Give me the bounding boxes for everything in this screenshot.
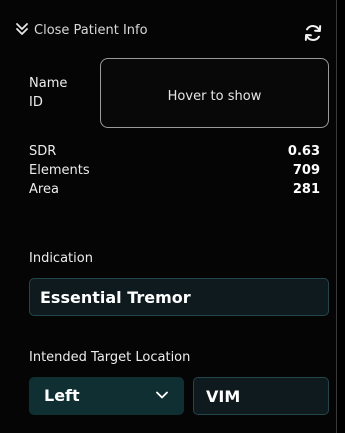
double-chevron-down-icon[interactable] <box>14 21 30 37</box>
area-value: 281 <box>292 182 320 197</box>
chevron-down-icon <box>156 391 168 399</box>
area-label: Area <box>29 182 59 197</box>
elements-label: Elements <box>29 163 90 178</box>
refresh-icon[interactable] <box>302 22 324 44</box>
target-nucleus-field[interactable]: VIM <box>193 377 329 415</box>
sdr-label: SDR <box>29 144 57 159</box>
indication-field[interactable]: Essential Tremor <box>29 278 329 316</box>
hover-to-show-text: Hover to show <box>167 89 262 104</box>
name-label: Name <box>29 76 68 91</box>
target-nucleus-value: VIM <box>206 387 241 406</box>
id-label: ID <box>29 95 43 110</box>
patient-identity-reveal[interactable]: Hover to show <box>100 58 329 128</box>
target-location-label: Intended Target Location <box>29 350 191 365</box>
sdr-value: 0.63 <box>287 144 320 159</box>
target-side-select[interactable]: Left <box>29 377 184 415</box>
elements-value: 709 <box>292 163 320 178</box>
target-side-value: Left <box>44 386 80 405</box>
panel-header: Close Patient Info <box>0 0 337 54</box>
indication-label: Indication <box>29 251 93 266</box>
indication-value: Essential Tremor <box>40 288 191 307</box>
patient-info-panel: Close Patient Info Name ID Hover to show… <box>0 0 337 433</box>
close-patient-info-toggle[interactable]: Close Patient Info <box>34 23 148 38</box>
